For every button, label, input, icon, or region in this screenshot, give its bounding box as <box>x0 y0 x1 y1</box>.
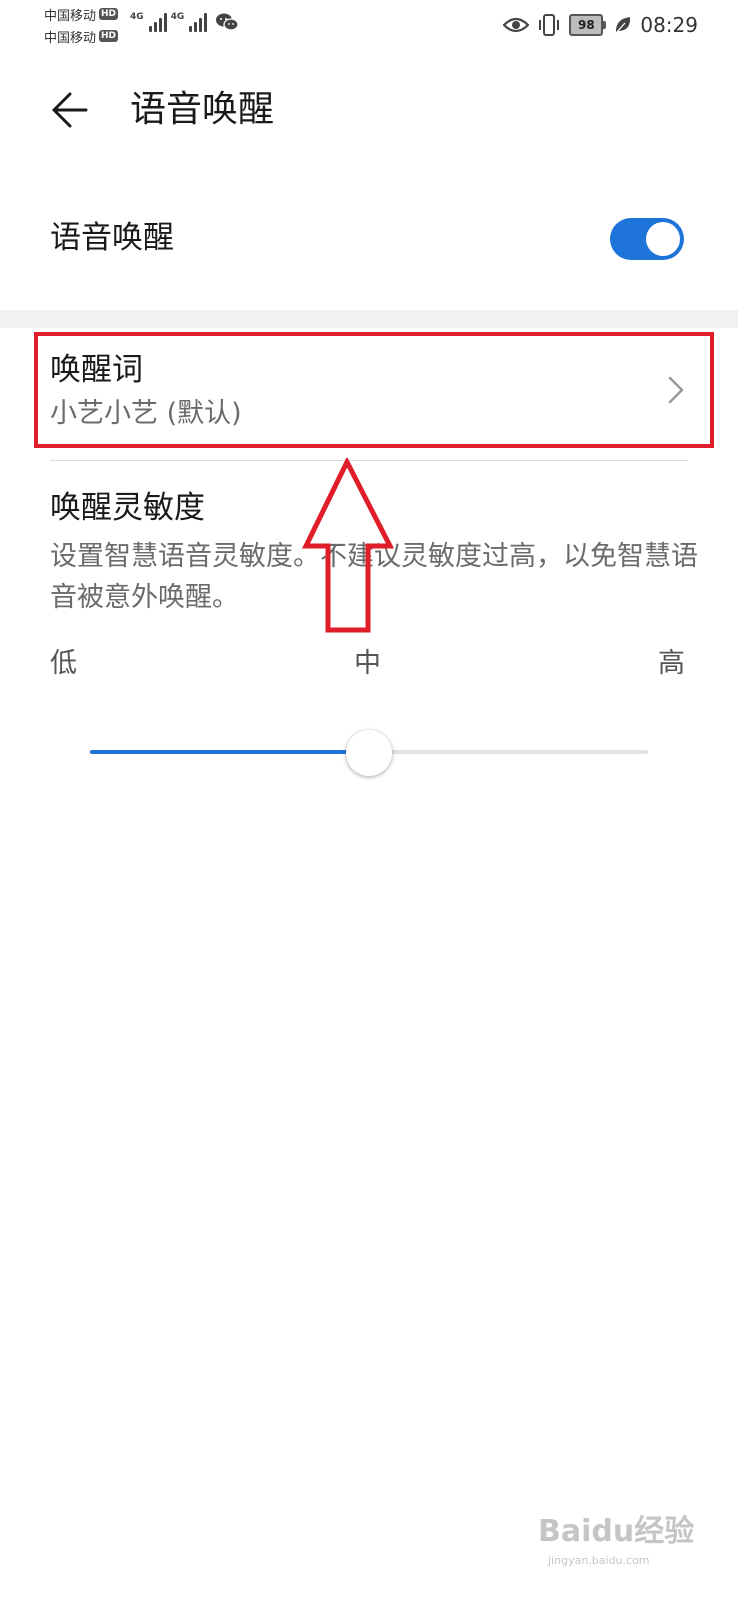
voice-wake-row: 语音唤醒 <box>0 192 738 288</box>
voice-wake-toggle[interactable] <box>610 218 684 260</box>
sensitivity-low-label: 低 <box>50 648 77 679</box>
status-bar: 中国移动 HD 中国移动 HD 4G 4G 98 08:29 <box>0 0 738 52</box>
wake-word-title: 唤醒词 <box>50 352 143 388</box>
screen: 中国移动 HD 中国移动 HD 4G 4G 98 08:29 语音唤醒 语音唤醒… <box>0 0 738 1600</box>
back-button[interactable] <box>44 84 96 136</box>
carrier-info: 中国移动 HD 中国移动 HD <box>44 4 119 46</box>
wake-word-row[interactable]: 唤醒词 小艺小艺 (默认) <box>0 328 738 452</box>
sensitivity-mid-label: 中 <box>354 648 381 679</box>
watermark-main: Baidu经验 <box>538 1514 695 1549</box>
signal-icon <box>189 12 208 32</box>
eye-icon <box>503 17 530 33</box>
vibrate-icon <box>539 14 560 36</box>
status-right: 98 08:29 <box>503 12 698 38</box>
wechat-icon <box>216 13 239 31</box>
carrier-line-1: 中国移动 HD <box>44 4 119 24</box>
sensitivity-high-label: 高 <box>658 648 685 679</box>
signal-icon <box>148 12 167 32</box>
list-divider <box>50 460 688 461</box>
app-header: 语音唤醒 <box>0 70 738 150</box>
battery-icon: 98 <box>569 14 607 36</box>
clock: 08:29 <box>640 13 698 37</box>
wake-word-value: 小艺小艺 (默认) <box>50 398 242 429</box>
sensitivity-title: 唤醒灵敏度 <box>50 490 205 526</box>
section-divider <box>0 310 738 328</box>
battery-level: 98 <box>569 14 604 36</box>
slider-thumb[interactable] <box>346 730 392 776</box>
sensitivity-description: 设置智慧语音灵敏度。不建议灵敏度过高，以免智慧语音被意外唤醒。 <box>50 541 698 613</box>
slider-fill <box>90 750 369 754</box>
sensitivity-slider[interactable] <box>90 730 648 776</box>
hd-badge-1: HD <box>99 8 119 20</box>
carrier-name-1: 中国移动 <box>44 8 97 24</box>
page-title: 语音唤醒 <box>130 89 275 130</box>
baidu-watermark: Baidu经验 jingyan.baidu.com <box>538 1512 698 1572</box>
leaf-icon <box>615 17 631 34</box>
arrow-left-icon <box>52 92 88 128</box>
toggle-knob <box>646 222 680 256</box>
chevron-right-icon <box>668 376 684 404</box>
hd-badge-2: HD <box>99 30 119 42</box>
network-type-1: 4G <box>130 12 144 22</box>
network-icons: 4G 4G <box>130 12 239 32</box>
carrier-name-2: 中国移动 <box>44 30 97 46</box>
carrier-line-2: 中国移动 HD <box>44 26 119 46</box>
network-type-2: 4G <box>170 12 185 22</box>
voice-wake-label: 语音唤醒 <box>50 220 174 256</box>
watermark-sub: jingyan.baidu.com <box>548 1554 650 1567</box>
